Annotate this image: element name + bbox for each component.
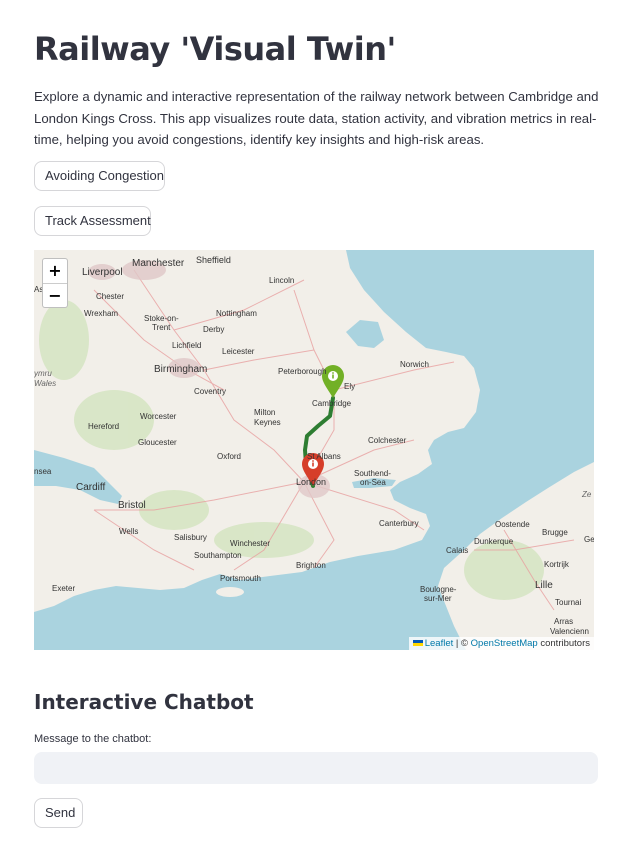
- zoom-control: + −: [42, 258, 68, 308]
- ukraine-flag-icon: [412, 640, 423, 646]
- label-on-sea: on-Sea: [360, 478, 386, 487]
- label-st-albans: St Albans: [307, 452, 341, 461]
- label-salisbury: Salisbury: [174, 533, 207, 542]
- label-ymru: ymru: [34, 369, 52, 378]
- label-manchester: Manchester: [132, 258, 185, 269]
- map-attribution: Leaflet | © OpenStreetMap contributors: [408, 637, 594, 650]
- label-wales: Wales: [34, 379, 56, 388]
- label-canterbury: Canterbury: [379, 519, 419, 528]
- label-trent: Trent: [152, 323, 171, 332]
- isle-of-wight: [216, 587, 244, 597]
- label-portsmouth: Portsmouth: [220, 574, 261, 583]
- label-hereford: Hereford: [88, 422, 119, 431]
- page-description: Explore a dynamic and interactive repres…: [34, 89, 599, 147]
- avoiding-congestion-button[interactable]: Avoiding Congestion: [34, 161, 165, 191]
- label-stoke: Stoke-on-: [144, 314, 179, 323]
- label-boulogne: Boulogne-: [420, 585, 457, 594]
- label-london: London: [296, 477, 326, 487]
- label-cambridge: Cambridge: [312, 399, 352, 408]
- label-coventry: Coventry: [194, 387, 226, 396]
- label-bristol: Bristol: [118, 500, 146, 511]
- label-birmingham: Birmingham: [154, 364, 207, 375]
- zoom-out-button[interactable]: −: [43, 284, 67, 308]
- chatbot-message-input[interactable]: [34, 752, 598, 784]
- chatbot-input-label: Message to the chatbot:: [34, 733, 152, 745]
- label-norwich: Norwich: [400, 360, 429, 369]
- label-sheffield: Sheffield: [196, 255, 231, 265]
- chatbot-heading: Interactive Chatbot: [34, 690, 254, 714]
- label-ze: Ze: [581, 490, 592, 499]
- label-lichfield: Lichfield: [172, 341, 201, 350]
- label-winchester: Winchester: [230, 539, 270, 548]
- openstreetmap-link[interactable]: OpenStreetMap: [471, 638, 538, 649]
- label-southend: Southend-: [354, 469, 391, 478]
- label-nottingham: Nottingham: [216, 309, 257, 318]
- label-brugge: Brugge: [542, 528, 568, 537]
- page-title: Railway 'Visual Twin': [34, 30, 396, 68]
- label-colchester: Colchester: [368, 436, 407, 445]
- label-gloucester: Gloucester: [138, 438, 177, 447]
- zoom-in-button[interactable]: +: [43, 259, 67, 284]
- label-valenciennes: Valencienn: [550, 627, 589, 636]
- label-lincoln: Lincoln: [269, 276, 294, 285]
- leaflet-link[interactable]: Leaflet: [425, 638, 454, 649]
- label-worcester: Worcester: [140, 412, 177, 421]
- label-sur-mer: sur-Mer: [424, 594, 452, 603]
- label-wrexham: Wrexham: [84, 309, 118, 318]
- label-exeter: Exeter: [52, 584, 75, 593]
- label-tournai: Tournai: [555, 598, 581, 607]
- label-arras: Arras: [554, 617, 573, 626]
- label-calais: Calais: [446, 546, 468, 555]
- label-wells: Wells: [119, 527, 138, 536]
- map-tiles[interactable]: Manchester Sheffield Liverpool Asaph Che…: [34, 250, 594, 650]
- label-brighton: Brighton: [296, 561, 326, 570]
- label-lille: Lille: [535, 580, 553, 591]
- label-southampton: Southampton: [194, 551, 242, 560]
- label-peterborough: Peterborough: [278, 367, 326, 376]
- attribution-contributors: contributors: [537, 638, 590, 649]
- label-keynes: Keynes: [254, 418, 281, 427]
- label-liverpool: Liverpool: [82, 267, 123, 278]
- label-derby: Derby: [203, 325, 224, 334]
- send-button[interactable]: Send: [34, 798, 83, 828]
- label-chester: Chester: [96, 292, 124, 301]
- label-ge: Ge: [584, 535, 594, 544]
- label-milton: Milton: [254, 408, 275, 417]
- label-leicester: Leicester: [222, 347, 255, 356]
- label-oxford: Oxford: [217, 452, 241, 461]
- railway-map[interactable]: Manchester Sheffield Liverpool Asaph Che…: [34, 250, 594, 650]
- label-ely: Ely: [344, 382, 355, 391]
- label-oostende: Oostende: [495, 520, 530, 529]
- label-cardiff: Cardiff: [76, 482, 105, 493]
- label-nsea: nsea: [34, 467, 52, 476]
- attribution-separator: | ©: [453, 638, 471, 649]
- label-dunkerque: Dunkerque: [474, 537, 514, 546]
- label-kortrijk: Kortrijk: [544, 560, 570, 569]
- track-assessment-button[interactable]: Track Assessment: [34, 206, 151, 236]
